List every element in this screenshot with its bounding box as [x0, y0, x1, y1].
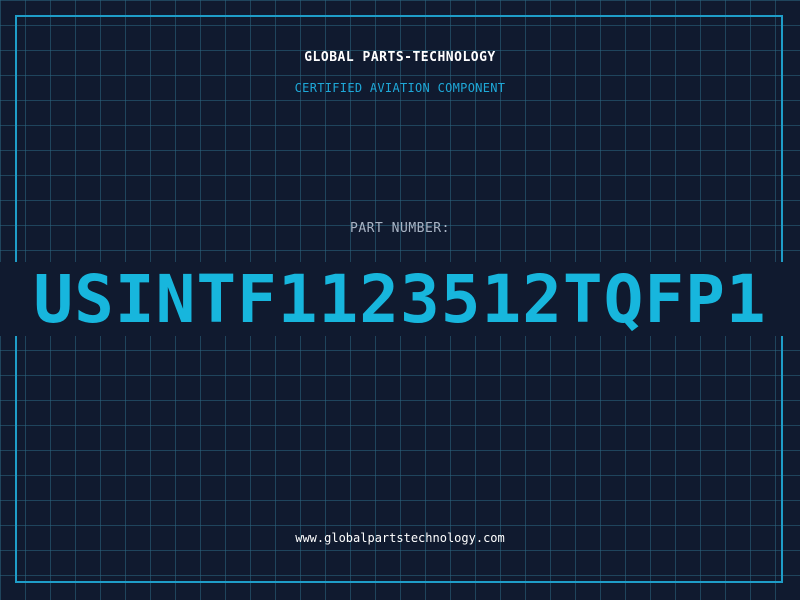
part-label-card: GLOBAL PARTS-TECHNOLOGY CERTIFIED AVIATI…	[0, 0, 800, 600]
brand-name: GLOBAL PARTS-TECHNOLOGY	[304, 50, 496, 65]
part-number-value: USINTF1123512TQFP1	[33, 262, 767, 336]
part-number-label: PART NUMBER:	[350, 221, 450, 236]
certification-subtitle: CERTIFIED AVIATION COMPONENT	[294, 81, 506, 95]
website-url: www.globalpartstechnology.com	[295, 531, 505, 545]
